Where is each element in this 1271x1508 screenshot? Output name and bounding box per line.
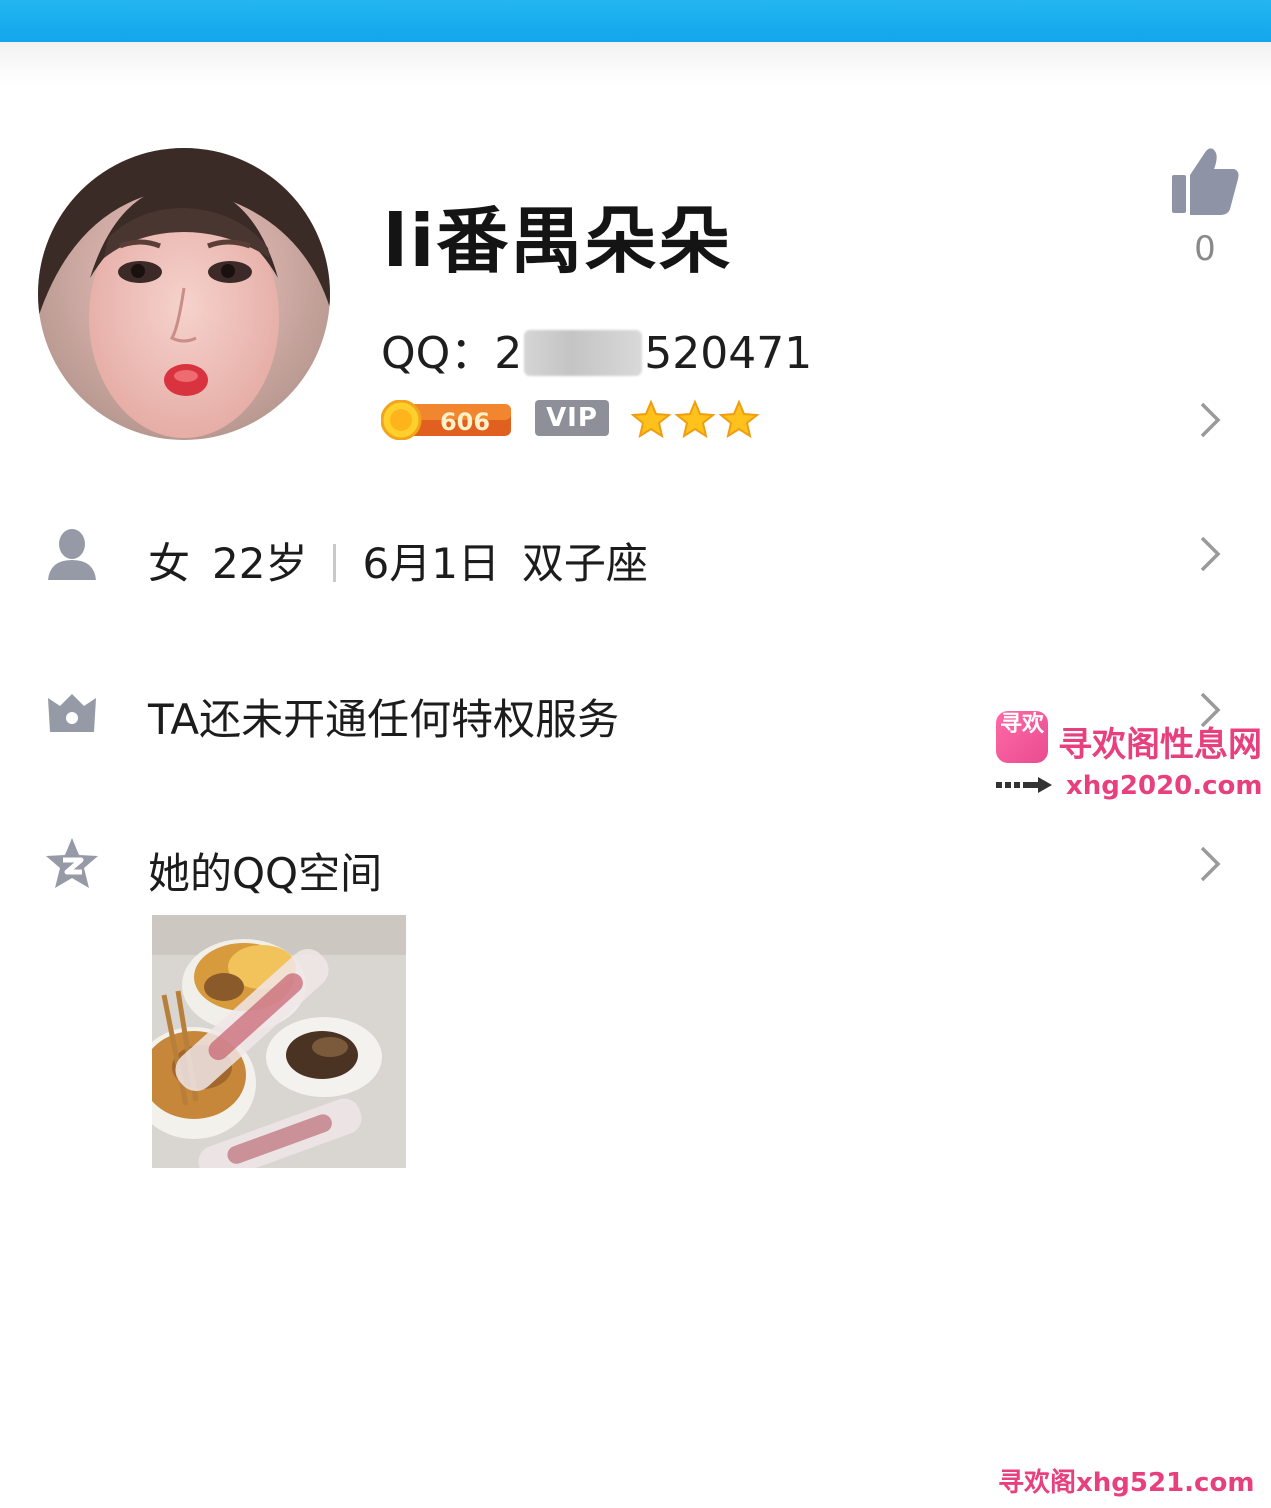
chevron-right-icon	[1200, 536, 1221, 572]
food-photo	[152, 915, 406, 1168]
privilege-text: TA还未开通任何特权服务	[148, 695, 620, 744]
qq-number: QQ：2 520471	[381, 317, 812, 381]
avatar-photo	[38, 148, 330, 440]
watermark-url: xhg2020.com	[1066, 771, 1263, 801]
like-count: 0	[1194, 229, 1216, 269]
star-icon	[631, 399, 672, 439]
qq-blur-mask	[524, 330, 643, 376]
crown-icon	[48, 694, 96, 732]
zodiac: 双子座	[521, 539, 648, 588]
qzone-row[interactable]: 她的QQ空间	[0, 830, 1271, 900]
bottom-watermark: 寻欢阁xhg521.com	[998, 1468, 1255, 1498]
star-rating	[631, 399, 760, 439]
nickname: li番禺朵朵	[383, 199, 733, 283]
qq-prefix: 2	[494, 328, 523, 379]
qq-label: QQ：	[381, 328, 495, 379]
like-button[interactable]: 0	[1168, 145, 1242, 275]
avatar[interactable]	[38, 148, 330, 440]
watermark-title: 寻欢阁性息网	[1058, 725, 1262, 765]
basic-info-text: 女 22岁 6月1日 双子座	[148, 530, 648, 591]
thumbs-up-icon	[1172, 148, 1239, 215]
star-icon	[718, 399, 760, 439]
qq-suffix: 520471	[644, 328, 813, 379]
basic-info-row[interactable]: 女 22岁 6月1日 双子座	[0, 520, 1271, 590]
watermark-logo: 寻欢	[996, 711, 1048, 763]
level-number: 606	[440, 408, 490, 436]
person-icon	[48, 529, 96, 580]
chevron-right-icon	[1200, 846, 1221, 882]
vip-badge: VIP	[535, 400, 609, 436]
qzone-star-icon	[46, 838, 98, 888]
qzone-text: 她的QQ空间	[148, 849, 383, 898]
site-watermark: 寻欢 寻欢阁性息网 xhg2020.com	[990, 705, 1265, 805]
qzone-photo-thumbnail[interactable]	[152, 915, 406, 1168]
age: 22岁	[212, 539, 308, 588]
arrow-right-icon	[996, 777, 1052, 793]
level-badge: 606	[380, 399, 513, 441]
star-icon	[674, 399, 716, 439]
chevron-right-icon[interactable]	[1198, 400, 1222, 440]
title-bar	[0, 0, 1271, 42]
gender: 女	[148, 539, 191, 588]
birthday: 6月1日	[362, 539, 500, 588]
title-bar-shadow	[0, 42, 1271, 88]
